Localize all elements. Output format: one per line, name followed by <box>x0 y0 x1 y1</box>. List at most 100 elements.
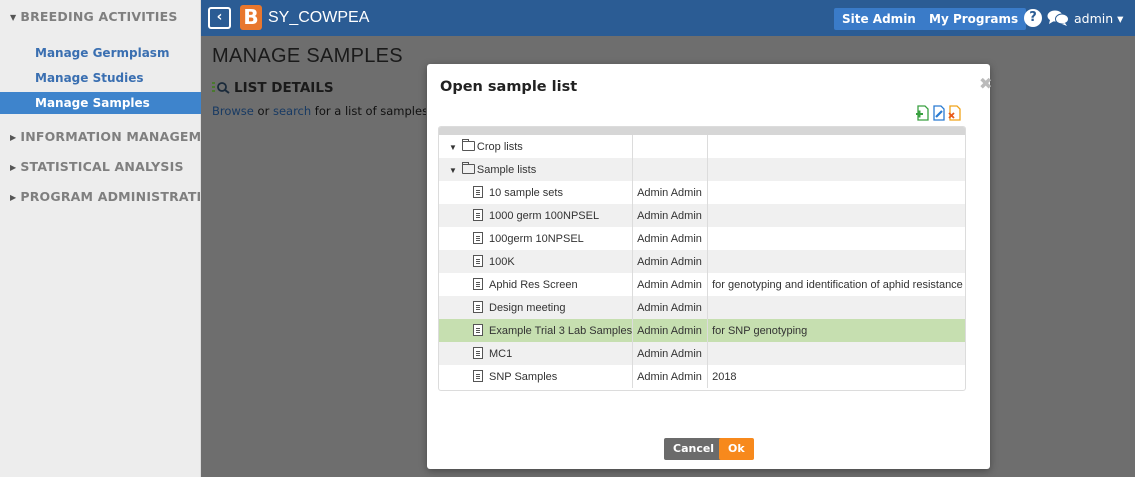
list-row[interactable]: Aphid Res Screen Admin Admin for genotypin… <box>439 273 965 296</box>
list-row[interactable]: Design meeting Admin Admin <box>439 296 965 319</box>
owner-cell: Admin Admin <box>632 319 709 342</box>
top-navbar: ‹ B SY_COWPEA Site Admin My Programs ? a… <box>201 0 1135 36</box>
description-cell <box>707 250 965 273</box>
browse-link[interactable]: Browse <box>212 104 254 118</box>
expand-caret-icon[interactable]: ▼ <box>449 166 457 175</box>
name-cell[interactable]: ▼ Sample lists <box>439 158 634 181</box>
ok-button[interactable]: Ok <box>719 438 754 460</box>
name-cell[interactable]: 100germ 10NPSEL <box>439 227 634 250</box>
sidebar-section-label: STATISTICAL ANALYSIS <box>20 159 184 174</box>
folder-row[interactable]: ▼ Crop lists <box>439 135 965 158</box>
sidebar-item-manage-germplasm[interactable]: Manage Germplasm <box>0 42 201 64</box>
search-link[interactable]: search <box>273 104 311 118</box>
sidebar-item-manage-samples[interactable]: Manage Samples <box>0 92 201 114</box>
owner-cell: Admin Admin <box>632 227 709 250</box>
owner-cell <box>632 135 709 158</box>
name-cell[interactable]: MC1 <box>439 342 634 365</box>
user-menu[interactable]: admin ▾ <box>1074 11 1123 26</box>
document-icon <box>473 278 483 290</box>
page-title: MANAGE SAMPLES <box>212 45 403 67</box>
sidebar: ▼ BREEDING ACTIVITIES Manage Germplasm Ma… <box>0 0 229 477</box>
collapsed-caret-icon: ▶ <box>10 163 17 172</box>
folder-row[interactable]: ▼ Sample lists <box>439 158 965 181</box>
list-name: 10 sample sets <box>489 187 563 199</box>
name-cell[interactable]: Design meeting <box>439 296 634 319</box>
description-cell <box>707 181 965 204</box>
description-cell <box>707 135 965 158</box>
document-icon <box>473 347 483 359</box>
collapsed-caret-icon: ▶ <box>10 133 17 142</box>
edit-list-icon[interactable] <box>931 105 946 121</box>
description-cell <box>707 204 965 227</box>
owner-cell: Admin Admin <box>632 365 709 388</box>
list-name: Sample lists <box>476 163 537 176</box>
browse-instructions: Browse or search for a list of samples t… <box>212 104 426 118</box>
list-name: 100K <box>489 256 515 268</box>
name-cell[interactable]: 10 sample sets <box>439 181 634 204</box>
description-cell <box>707 158 965 181</box>
bms-logo: B <box>240 5 262 30</box>
owner-cell: Admin Admin <box>632 273 709 296</box>
sidebar-section-statistical-analysis[interactable]: ▶ STATISTICAL ANALYSIS <box>10 159 184 174</box>
owner-cell: Admin Admin <box>632 204 709 227</box>
add-list-icon[interactable] <box>915 105 930 121</box>
owner-cell: Admin Admin <box>632 296 709 319</box>
sidebar-section-program-administration[interactable]: ▶ PROGRAM ADMINISTRATION <box>10 189 223 204</box>
document-icon <box>473 370 483 382</box>
site-admin-button[interactable]: Site Admin <box>834 8 924 30</box>
name-cell[interactable]: 100K <box>439 250 634 273</box>
sidebar-section-label: INFORMATION MANAGEMENT <box>20 129 230 144</box>
folder-icon <box>461 161 475 174</box>
list-row[interactable]: Example Trial 3 Lab Samples Admin Admin fo… <box>439 319 965 342</box>
owner-cell <box>632 158 709 181</box>
description-cell: 2018 <box>707 365 965 388</box>
list-name: Crop lists <box>476 140 523 153</box>
name-cell[interactable]: 1000 germ 100NPSEL <box>439 204 634 227</box>
app-title: SY_COWPEA <box>268 9 370 26</box>
back-icon[interactable]: ‹ <box>208 7 231 29</box>
name-cell[interactable]: Aphid Res Screen <box>439 273 634 296</box>
sidebar-section-breeding-activities[interactable]: ▼ BREEDING ACTIVITIES <box>10 9 178 24</box>
list-row[interactable]: 100K Admin Admin <box>439 250 965 273</box>
sample-list-tree-table: ▼ Crop lists ▼ Sample lists 10 sample sets Ad… <box>438 126 966 391</box>
list-details-title: LIST DETAILS <box>234 80 334 96</box>
folder-icon <box>461 138 475 151</box>
close-icon[interactable]: ✖ <box>979 74 992 93</box>
name-cell[interactable]: ▼ Crop lists <box>439 135 634 158</box>
or-text: or <box>253 104 273 118</box>
document-icon <box>473 324 483 336</box>
list-details-heading: LIST DETAILS <box>212 80 334 96</box>
document-icon <box>473 255 483 267</box>
list-row[interactable]: SNP Samples Admin Admin 2018 <box>439 365 965 388</box>
name-cell[interactable]: SNP Samples <box>439 365 634 388</box>
cancel-button[interactable]: Cancel <box>664 438 724 460</box>
list-name: SNP Samples <box>489 371 558 383</box>
sidebar-item-manage-studies[interactable]: Manage Studies <box>0 67 201 89</box>
modal-title: Open sample list <box>440 79 578 95</box>
description-cell <box>707 227 965 250</box>
chat-icon[interactable] <box>1047 9 1069 27</box>
sidebar-section-label: BREEDING ACTIVITIES <box>20 9 178 24</box>
delete-list-icon[interactable] <box>947 105 962 121</box>
list-search-icon <box>212 82 230 94</box>
list-name: Design meeting <box>489 302 566 314</box>
name-cell[interactable]: Example Trial 3 Lab Samples <box>439 319 634 342</box>
list-row[interactable]: 10 sample sets Admin Admin <box>439 181 965 204</box>
description-cell: for genotyping and identification of aph… <box>707 273 965 296</box>
owner-cell: Admin Admin <box>632 250 709 273</box>
document-icon <box>473 232 483 244</box>
help-icon[interactable]: ? <box>1024 9 1042 27</box>
list-row[interactable]: 1000 germ 100NPSEL Admin Admin <box>439 204 965 227</box>
document-icon <box>473 301 483 313</box>
owner-cell: Admin Admin <box>632 342 709 365</box>
list-row[interactable]: 100germ 10NPSEL Admin Admin <box>439 227 965 250</box>
expand-caret-icon[interactable]: ▼ <box>449 143 457 152</box>
open-sample-list-modal: Open sample list ✖ ▼ Crop lists ▼ Sample li… <box>427 64 992 469</box>
collapsed-caret-icon: ▶ <box>10 193 17 202</box>
description-cell <box>707 296 965 319</box>
my-programs-button[interactable]: My Programs <box>921 8 1027 30</box>
list-row[interactable]: MC1 Admin Admin <box>439 342 965 365</box>
description-cell <box>707 342 965 365</box>
document-icon <box>473 209 483 221</box>
sidebar-section-information-management[interactable]: ▶ INFORMATION MANAGEMENT <box>10 129 229 144</box>
